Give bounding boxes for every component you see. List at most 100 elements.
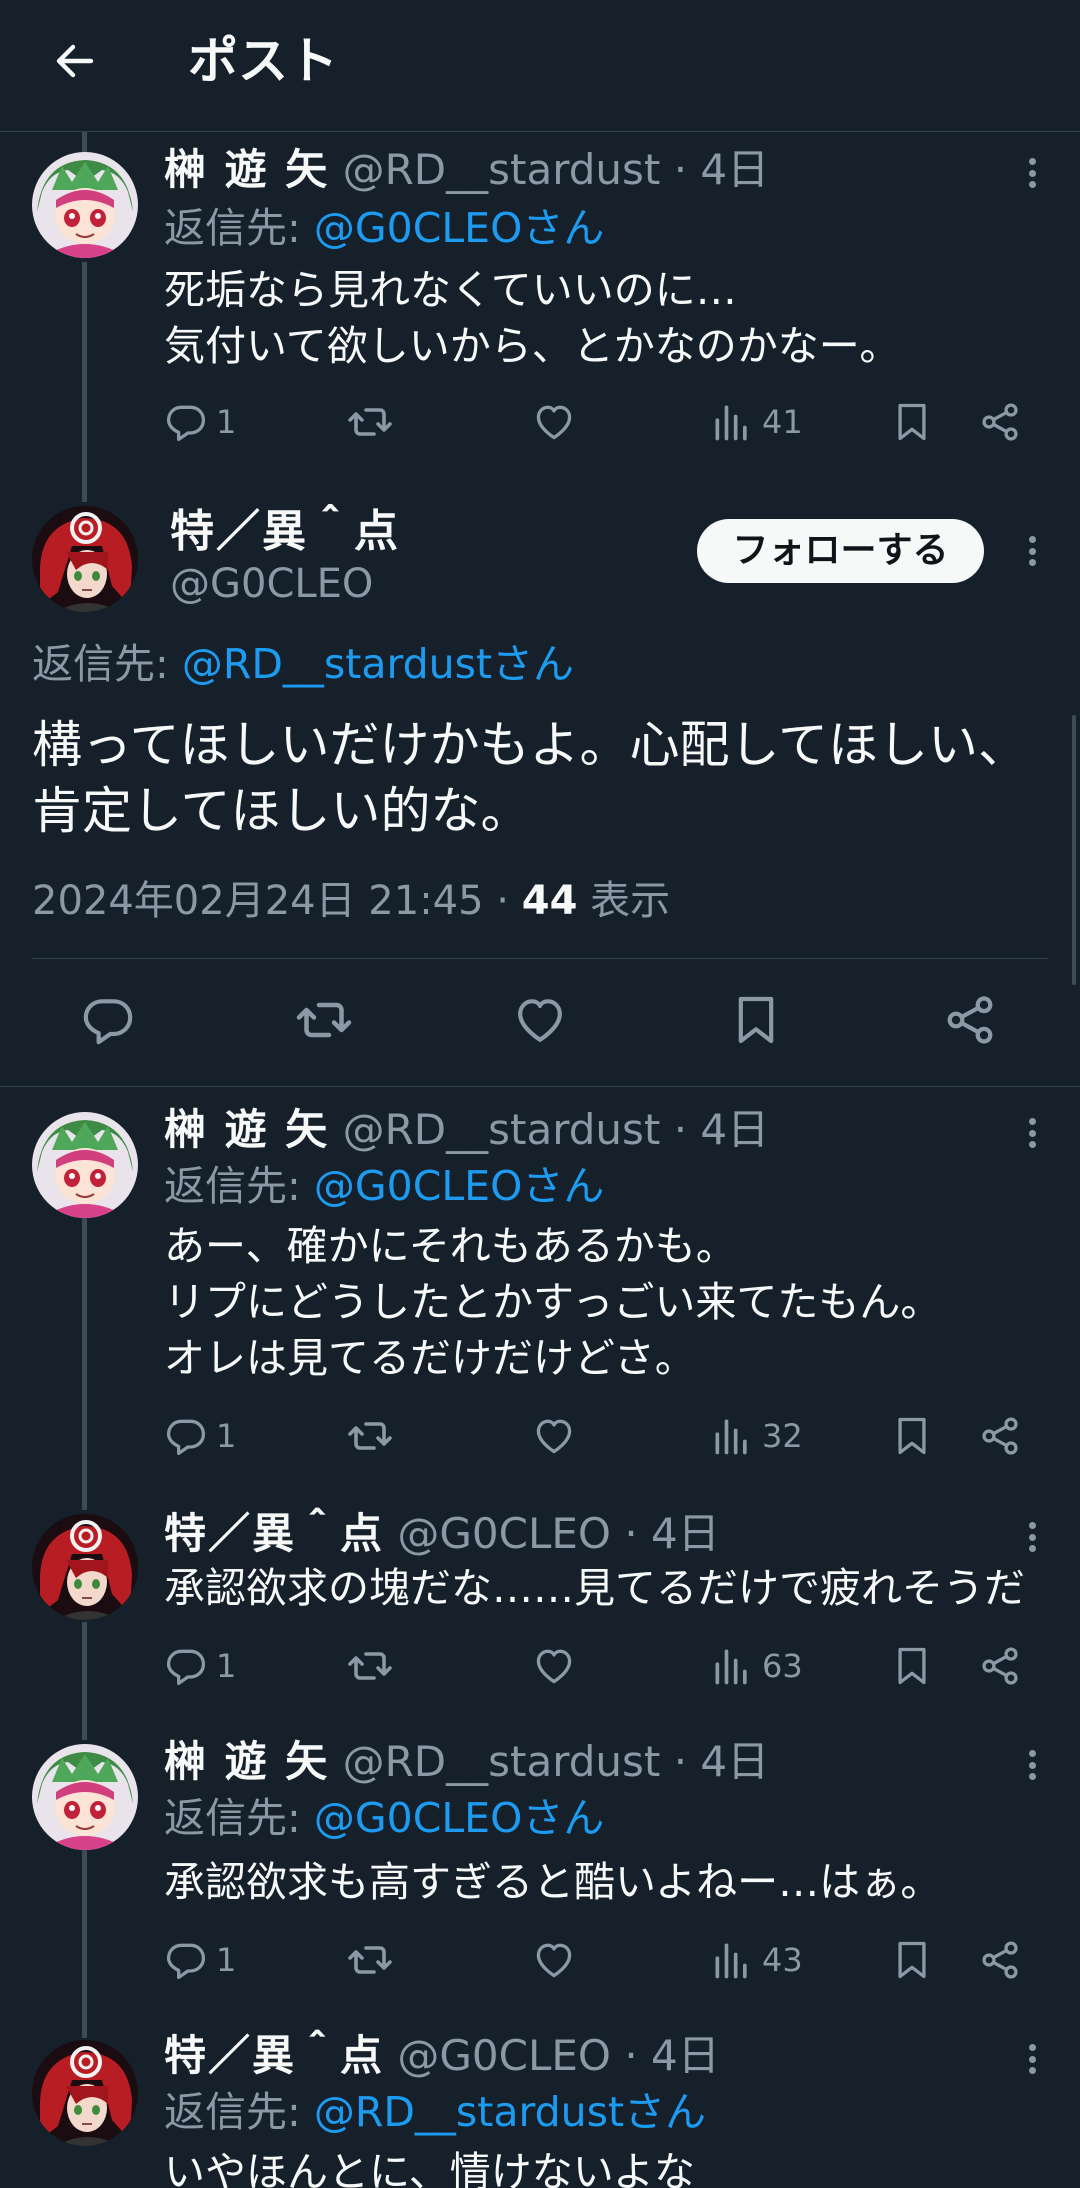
views-button[interactable]: 32	[710, 1406, 803, 1466]
text-line: リプにどうしたとかすっごい来てたもん。	[164, 1278, 942, 1326]
post-text: あー、確かにそれもあるかも。 リプにどうしたとかすっごい来てたもん。 オレは見て…	[164, 1218, 941, 1386]
bookmark-button[interactable]	[890, 392, 934, 452]
views-icon	[710, 1938, 754, 1982]
top-app-bar: ポスト	[0, 0, 1080, 132]
author-name[interactable]: 榊 遊 矢	[164, 1105, 329, 1154]
reply-count: 1	[216, 1941, 237, 1979]
text-line: 承認欲求も高すぎると酷いよねー…はぁ。	[164, 1858, 942, 1906]
action-bar: 1 41	[164, 392, 1034, 452]
bookmark-button[interactable]	[890, 1636, 934, 1696]
avatar[interactable]	[32, 1744, 138, 1850]
more-icon[interactable]	[1022, 1740, 1042, 1790]
text-line: 肯定してほしい的な。	[32, 782, 531, 840]
author-handle[interactable]: @RD__stardust · 4日	[343, 145, 770, 194]
share-button[interactable]	[978, 1930, 1022, 1990]
more-icon[interactable]	[1022, 1108, 1042, 1158]
repost-button[interactable]	[346, 1406, 394, 1466]
view-count: 43	[762, 1941, 803, 1979]
divider	[32, 958, 1048, 959]
repost-icon	[346, 398, 394, 446]
reply-to: 返信先: @RD__stardustさん	[164, 2084, 706, 2140]
bookmark-button[interactable]	[890, 1406, 934, 1466]
more-icon[interactable]	[1022, 2034, 1042, 2084]
reply-target-link[interactable]: @RD__stardustさん	[182, 640, 574, 688]
thread-line	[82, 1622, 87, 1740]
bookmark-button[interactable]	[890, 1930, 934, 1990]
reply-target-link[interactable]: @RD__stardustさん	[314, 2088, 706, 2136]
author-handle[interactable]: @RD__stardust · 4日	[343, 1737, 770, 1786]
reply-button[interactable]: 1	[164, 1636, 236, 1696]
reply-target-link[interactable]: @G0CLEOさん	[314, 1162, 605, 1210]
reply-label: 返信先:	[164, 1162, 314, 1210]
share-icon	[978, 400, 1022, 444]
page-title: ポスト	[188, 32, 338, 90]
more-icon[interactable]	[1022, 1512, 1042, 1562]
author-handle[interactable]: @RD__stardust · 4日	[343, 1105, 770, 1154]
views-button[interactable]: 43	[710, 1930, 803, 1990]
like-icon	[532, 1644, 576, 1688]
reply-target-link[interactable]: @G0CLEOさん	[314, 204, 605, 252]
avatar[interactable]	[32, 1514, 138, 1620]
post-text: 死垢なら見れなくていいのに… 気付いて欲しいから、とかなのかなー。	[164, 262, 900, 374]
repost-button[interactable]	[346, 1636, 394, 1696]
avatar[interactable]	[32, 152, 138, 258]
like-button[interactable]	[532, 1406, 576, 1466]
reply-icon	[164, 1414, 208, 1458]
views-icon	[710, 1414, 754, 1458]
thread-line	[82, 1218, 87, 1510]
divider	[0, 1086, 1080, 1087]
author-handle[interactable]: @G0CLEO	[170, 556, 373, 612]
timestamp[interactable]: 2024年02月24日 21:45 ·	[32, 878, 522, 924]
avatar[interactable]	[32, 2040, 138, 2146]
avatar[interactable]	[32, 506, 138, 612]
like-icon	[532, 1414, 576, 1458]
repost-button[interactable]	[294, 990, 354, 1050]
reply-button[interactable]: 1	[164, 1930, 236, 1990]
reply-button[interactable]	[80, 990, 136, 1050]
share-button[interactable]	[978, 1636, 1022, 1696]
share-icon	[942, 992, 998, 1048]
back-arrow-icon	[56, 44, 94, 78]
views-button[interactable]: 63	[710, 1636, 803, 1696]
reply-count: 1	[216, 403, 237, 441]
author-name[interactable]: 特／異＾点	[164, 2031, 384, 2080]
share-button[interactable]	[942, 990, 998, 1050]
reply-count: 1	[216, 1417, 237, 1455]
like-icon	[512, 992, 568, 1048]
view-count: 44	[521, 878, 578, 924]
like-button[interactable]	[532, 1930, 576, 1990]
like-button[interactable]	[512, 990, 568, 1050]
share-button[interactable]	[978, 392, 1022, 452]
views-icon	[710, 1644, 754, 1688]
reply-button[interactable]: 1	[164, 1406, 236, 1466]
author-name[interactable]: 特／異＾点	[170, 502, 400, 562]
avatar[interactable]	[32, 1112, 138, 1218]
share-button[interactable]	[978, 1406, 1022, 1466]
reply-label: 返信先:	[32, 640, 182, 688]
follow-button[interactable]: フォローする	[697, 519, 984, 583]
reply-icon	[164, 400, 208, 444]
views-button[interactable]: 41	[710, 392, 803, 452]
bookmark-icon	[890, 1644, 934, 1688]
author-handle[interactable]: @G0CLEO · 4日	[397, 2031, 719, 2080]
more-icon[interactable]	[1022, 526, 1042, 576]
post-text: 構ってほしいだけかもよ。心配してほしい、 肯定してほしい的な。	[32, 712, 1028, 844]
repost-button[interactable]	[346, 392, 394, 452]
author-handle[interactable]: @G0CLEO · 4日	[397, 1509, 719, 1558]
post-text: 承認欲求の塊だな……見てるだけで疲れそうだ	[164, 1560, 1025, 1616]
share-icon	[978, 1644, 1022, 1688]
scrollbar[interactable]	[1072, 715, 1076, 985]
like-button[interactable]	[532, 1636, 576, 1696]
author-name[interactable]: 特／異＾点	[164, 1509, 384, 1558]
more-icon[interactable]	[1022, 148, 1042, 198]
like-button[interactable]	[532, 392, 576, 452]
back-button[interactable]	[40, 26, 110, 96]
author-name[interactable]: 榊 遊 矢	[164, 1737, 329, 1786]
text-line: 承認欲求の塊だな……見てるだけで疲れそうだ	[164, 1564, 1025, 1612]
share-icon	[978, 1938, 1022, 1982]
bookmark-button[interactable]	[728, 990, 784, 1050]
author-name[interactable]: 榊 遊 矢	[164, 145, 329, 194]
repost-button[interactable]	[346, 1930, 394, 1990]
reply-target-link[interactable]: @G0CLEOさん	[314, 1794, 605, 1842]
reply-button[interactable]: 1	[164, 392, 236, 452]
